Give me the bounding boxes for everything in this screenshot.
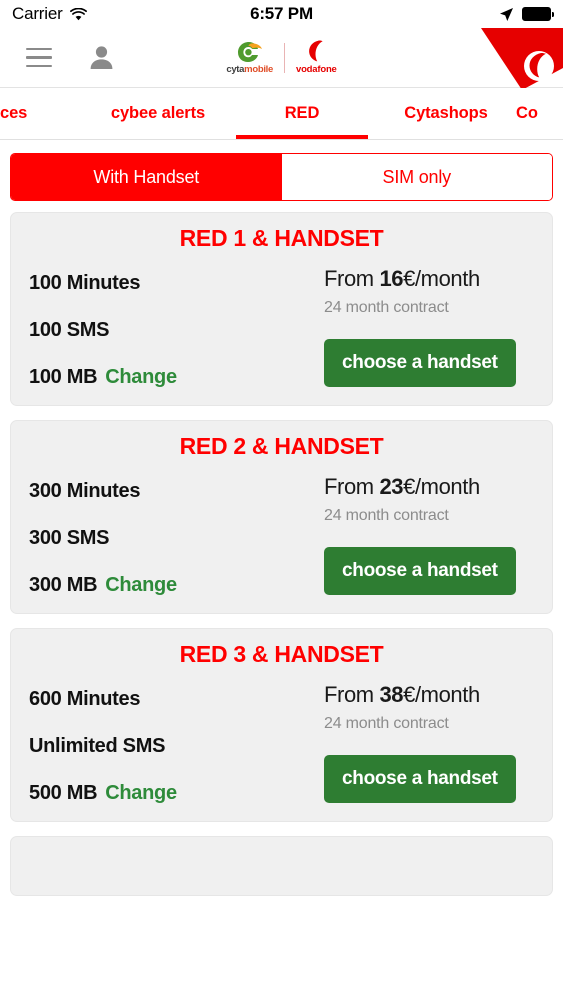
plan-title: RED 3 & HANDSET: [179, 641, 384, 667]
plan-data: 500 MB: [29, 782, 98, 804]
change-data-link[interactable]: Change: [105, 574, 177, 596]
vodafone-wordmark: vodafone: [296, 64, 337, 75]
plan-sms: 300 SMS: [29, 527, 110, 549]
app-root: Carrier 6:57 PM cytamobile vodafone ces …: [0, 0, 563, 1000]
tab-red[interactable]: RED: [228, 88, 376, 139]
plan-pricing: From 38€/month 24 month contract choose …: [324, 682, 534, 803]
battery-full-icon: [522, 7, 554, 21]
plan-card-partial[interactable]: [10, 836, 553, 896]
plan-card-body: 100 Minutes 100 SMS 100 MB Change From 16…: [29, 266, 534, 389]
tab-label: RED: [284, 104, 320, 122]
plan-contract: 24 month contract: [324, 507, 449, 524]
plan-contract: 24 month contract: [324, 299, 449, 316]
plan-features: 300 Minutes 300 SMS 300 MB Change: [29, 474, 324, 597]
price-prefix: From: [324, 474, 380, 499]
plan-minutes: 100 Minutes: [29, 272, 141, 294]
plan-price: From 38€/month: [324, 682, 534, 708]
tab-label: cybee alerts: [110, 104, 206, 122]
cytamobile-logo: cytamobile: [226, 41, 273, 75]
choose-handset-button[interactable]: choose a handset: [324, 547, 516, 595]
plan-price: From 16€/month: [324, 266, 534, 292]
hamburger-menu-icon[interactable]: [26, 47, 52, 68]
segment-with-handset[interactable]: With Handset: [11, 154, 282, 200]
plan-minutes: 600 Minutes: [29, 688, 141, 710]
main-tab-bar[interactable]: ces cybee alerts RED Cytashops Co: [0, 88, 563, 140]
choose-handset-button[interactable]: choose a handset: [324, 339, 516, 387]
tab-cytashops[interactable]: Cytashops: [376, 88, 516, 139]
price-suffix: €/month: [403, 474, 480, 499]
price-suffix: €/month: [403, 266, 480, 291]
plan-card-body: 600 Minutes Unlimited SMS 500 MB Change F…: [29, 682, 534, 805]
plan-features: 600 Minutes Unlimited SMS 500 MB Change: [29, 682, 324, 805]
plan-card[interactable]: RED 1 & HANDSET 100 Minutes 100 SMS 100 …: [10, 212, 553, 406]
app-header: cytamobile vodafone: [0, 28, 563, 90]
wifi-icon: [69, 7, 87, 20]
status-bar: Carrier 6:57 PM: [0, 0, 563, 28]
header-icon-group: [0, 44, 115, 71]
segment-sim-only[interactable]: SIM only: [281, 154, 552, 200]
plan-minutes: 300 Minutes: [29, 480, 141, 502]
plan-card[interactable]: RED 2 & HANDSET 300 Minutes 300 SMS 300 …: [10, 420, 553, 614]
plan-features: 100 Minutes 100 SMS 100 MB Change: [29, 266, 324, 389]
price-prefix: From: [324, 266, 380, 291]
price-value: 38: [379, 682, 404, 707]
handset-sim-toggle[interactable]: With Handset SIM only: [10, 153, 553, 201]
tab-label: Cytashops: [404, 104, 488, 122]
segment-label: With Handset: [93, 166, 200, 187]
cytamobile-mark-icon: [237, 41, 263, 63]
tab-contact[interactable]: Co: [516, 88, 563, 139]
plan-card[interactable]: RED 3 & HANDSET 600 Minutes Unlimited SM…: [10, 628, 553, 822]
price-value: 23: [379, 474, 404, 499]
price-value: 16: [379, 266, 404, 291]
plan-pricing: From 16€/month 24 month contract choose …: [324, 266, 534, 387]
status-bar-right: [499, 7, 554, 22]
cytamobile-wordmark: cytamobile: [226, 63, 273, 75]
tab-cybee-alerts[interactable]: cybee alerts: [88, 88, 228, 139]
tab-services[interactable]: ces: [0, 88, 88, 139]
plan-pricing: From 23€/month 24 month contract choose …: [324, 474, 534, 595]
carrier-label: Carrier: [12, 4, 63, 23]
plan-sms: 100 SMS: [29, 319, 110, 341]
plan-title: RED 2 & HANDSET: [179, 433, 384, 459]
price-prefix: From: [324, 682, 380, 707]
vodafone-logo: vodafone: [296, 40, 337, 75]
status-bar-left: Carrier: [12, 4, 87, 24]
location-arrow-icon: [500, 7, 513, 21]
plan-data: 300 MB: [29, 574, 98, 596]
plan-data-row: 500 MB Change: [29, 782, 324, 805]
vodafone-corner-badge: [471, 28, 563, 94]
plans-scroll-area[interactable]: With Handset SIM only RED 1 & HANDSET 10…: [0, 140, 563, 1000]
plan-price: From 23€/month: [324, 474, 534, 500]
tab-label: ces: [0, 104, 28, 122]
choose-handset-button[interactable]: choose a handset: [324, 755, 516, 803]
plan-data-row: 300 MB Change: [29, 574, 324, 597]
vodafone-speechmark-icon: [307, 40, 325, 62]
person-icon[interactable]: [88, 44, 115, 71]
price-suffix: €/month: [403, 682, 480, 707]
plan-title: RED 1 & HANDSET: [179, 225, 384, 251]
plan-data-row: 100 MB Change: [29, 366, 324, 389]
logo-divider: [284, 42, 285, 73]
tab-label: Co: [516, 104, 538, 122]
plan-data: 100 MB: [29, 366, 98, 388]
change-data-link[interactable]: Change: [105, 366, 177, 388]
plan-contract: 24 month contract: [324, 715, 449, 732]
plan-sms: Unlimited SMS: [29, 735, 166, 757]
plan-card-body: 300 Minutes 300 SMS 300 MB Change From 23…: [29, 474, 534, 597]
change-data-link[interactable]: Change: [105, 782, 177, 804]
segment-label: SIM only: [382, 166, 452, 187]
